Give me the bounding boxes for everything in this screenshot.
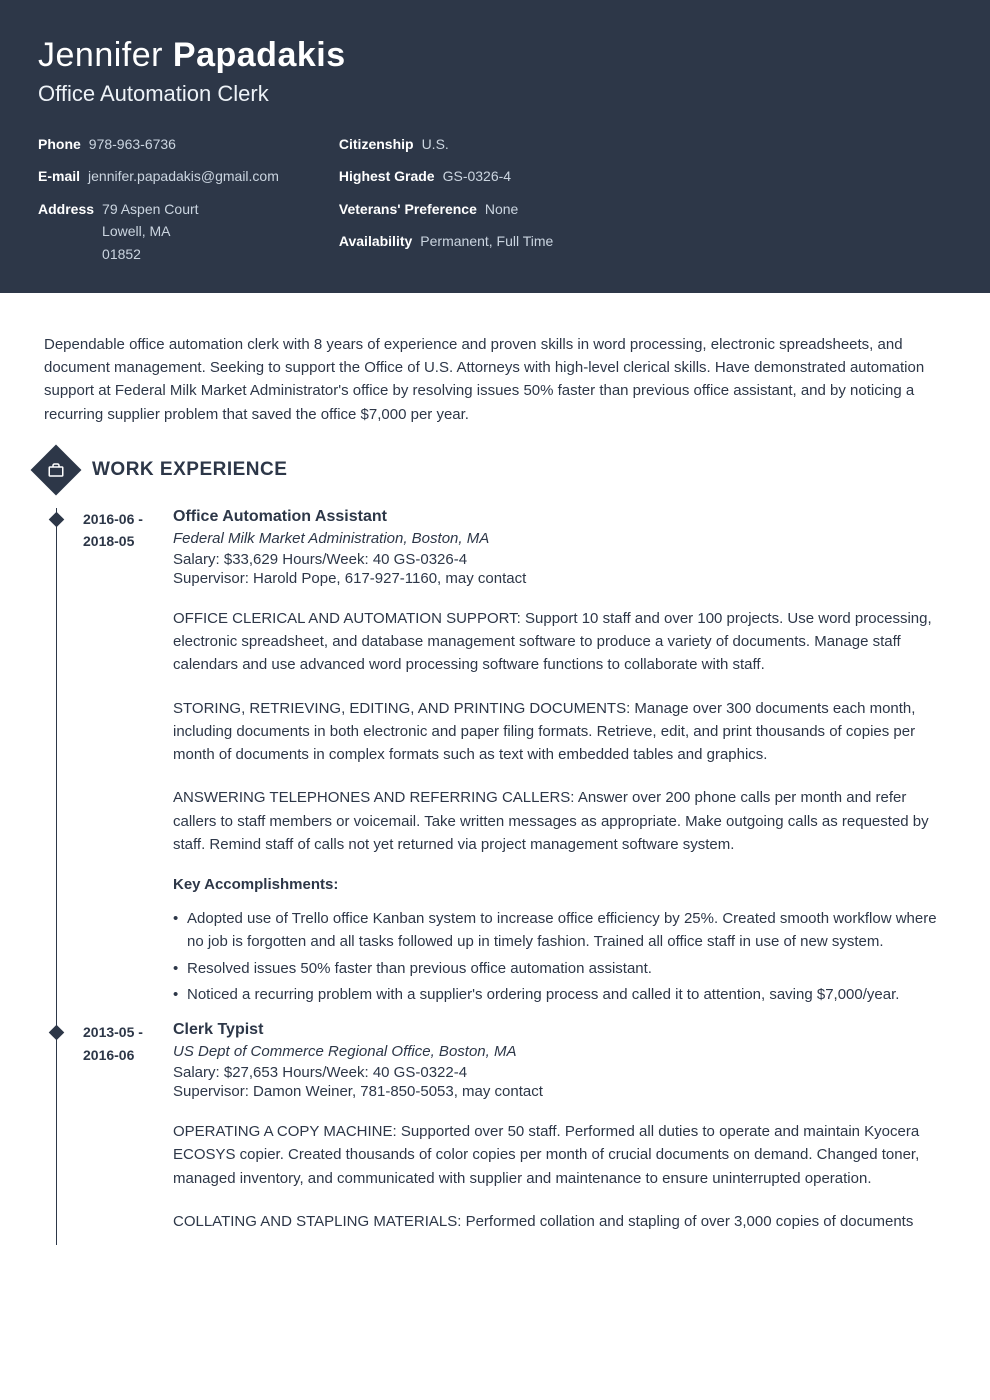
job-title-header: Office Automation Clerk: [38, 81, 952, 107]
job-dates: 2016-06 - 2018-05: [83, 508, 155, 1009]
contact-row: Citizenship U.S.: [339, 133, 553, 155]
name: Jennifer Papadakis: [38, 36, 952, 75]
contact-value: Permanent, Full Time: [420, 230, 553, 252]
contact-label: Phone: [38, 133, 81, 155]
contact-value: U.S.: [422, 133, 449, 155]
contact-row: Veterans' Preference None: [339, 198, 553, 220]
job-entry: 2013-05 - 2016-06 Clerk Typist US Dept o…: [57, 1021, 946, 1245]
contact-label: Highest Grade: [339, 165, 435, 187]
briefcase-icon: [31, 444, 82, 495]
job-title: Office Automation Assistant: [173, 508, 946, 526]
job-entry: 2016-06 - 2018-05 Office Automation Assi…: [57, 508, 946, 1021]
job-paragraph: STORING, RETRIEVING, EDITING, AND PRINTI…: [173, 697, 946, 767]
contact-row: Availability Permanent, Full Time: [339, 230, 553, 252]
job-dates: 2013-05 - 2016-06: [83, 1021, 155, 1233]
resume-body: Dependable office automation clerk with …: [0, 293, 990, 1285]
job-paragraph: OFFICE CLERICAL AND AUTOMATION SUPPORT: …: [173, 607, 946, 677]
contact-value: 79 Aspen Court Lowell, MA 01852: [102, 198, 199, 265]
job-salary: Salary: $33,629 Hours/Week: 40 GS-0326-4: [173, 551, 946, 568]
list-item: Resolved issues 50% faster than previous…: [173, 957, 946, 980]
job-paragraph: OPERATING A COPY MACHINE: Supported over…: [173, 1120, 946, 1190]
job-salary: Salary: $27,653 Hours/Week: 40 GS-0322-4: [173, 1064, 946, 1081]
contact-label: Address: [38, 198, 94, 265]
contact-label: E-mail: [38, 165, 80, 187]
contact-value: jennifer.papadakis@gmail.com: [88, 165, 279, 187]
timeline-marker-icon: [49, 512, 65, 528]
job-paragraph: ANSWERING TELEPHONES AND REFERRING CALLE…: [173, 786, 946, 856]
contact-col-right: Citizenship U.S. Highest Grade GS-0326-4…: [339, 133, 553, 265]
contact-row: Address 79 Aspen Court Lowell, MA 01852: [38, 198, 279, 265]
job-supervisor: Supervisor: Damon Weiner, 781-850-5053, …: [173, 1083, 946, 1100]
contact-row: Highest Grade GS-0326-4: [339, 165, 553, 187]
contact-row: Phone 978-963-6736: [38, 133, 279, 155]
section-header-work: WORK EXPERIENCE: [44, 452, 946, 488]
contact-value: 978-963-6736: [89, 133, 176, 155]
job-org: US Dept of Commerce Regional Office, Bos…: [173, 1043, 946, 1060]
job-paragraph: COLLATING AND STAPLING MATERIALS: Perfor…: [173, 1210, 946, 1233]
job-supervisor: Supervisor: Harold Pope, 617-927-1160, m…: [173, 570, 946, 587]
contact-value: GS-0326-4: [443, 165, 511, 187]
summary: Dependable office automation clerk with …: [44, 333, 946, 426]
list-item: Noticed a recurring problem with a suppl…: [173, 983, 946, 1006]
contact-columns: Phone 978-963-6736 E-mail jennifer.papad…: [38, 133, 952, 265]
job-org: Federal Milk Market Administration, Bost…: [173, 530, 946, 547]
list-item: Adopted use of Trello office Kanban syst…: [173, 907, 946, 954]
timeline-marker-icon: [49, 1025, 65, 1041]
first-name: Jennifer: [38, 36, 163, 74]
contact-label: Citizenship: [339, 133, 414, 155]
job-body: Office Automation Assistant Federal Milk…: [173, 508, 946, 1009]
contact-value: None: [485, 198, 518, 220]
section-title: WORK EXPERIENCE: [92, 459, 287, 481]
contact-label: Availability: [339, 230, 412, 252]
contact-col-left: Phone 978-963-6736 E-mail jennifer.papad…: [38, 133, 279, 265]
resume-header: Jennifer Papadakis Office Automation Cle…: [0, 0, 990, 293]
accomplishments-list: Adopted use of Trello office Kanban syst…: [173, 907, 946, 1006]
accomplishments-heading: Key Accomplishments:: [173, 876, 946, 893]
last-name: Papadakis: [173, 36, 346, 74]
job-body: Clerk Typist US Dept of Commerce Regiona…: [173, 1021, 946, 1233]
contact-label: Veterans' Preference: [339, 198, 477, 220]
job-title: Clerk Typist: [173, 1021, 946, 1039]
contact-row: E-mail jennifer.papadakis@gmail.com: [38, 165, 279, 187]
timeline: 2016-06 - 2018-05 Office Automation Assi…: [56, 508, 946, 1245]
